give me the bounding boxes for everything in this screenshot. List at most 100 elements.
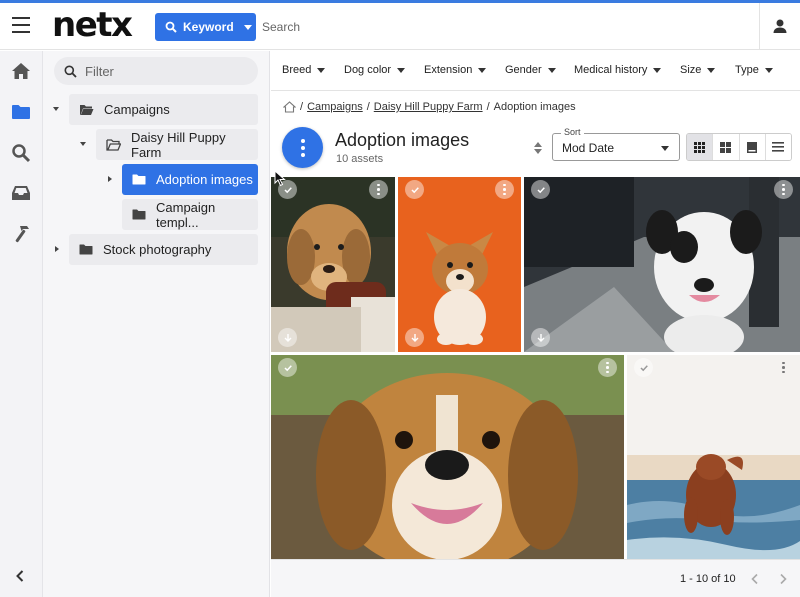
facet-type[interactable]: Type — [735, 64, 773, 76]
expand-arrow-icon[interactable] — [108, 176, 112, 182]
asset-tile[interactable] — [524, 177, 800, 352]
menu-icon[interactable] — [12, 17, 30, 33]
breadcrumb-separator: / — [486, 101, 490, 113]
select-checkbox[interactable] — [405, 180, 424, 199]
app-header: netx Keyword — [0, 3, 800, 50]
tree-item-label: Campaign templ... — [156, 199, 216, 230]
expand-arrow-icon[interactable] — [80, 142, 86, 146]
select-checkbox[interactable] — [531, 180, 550, 199]
asset-tile[interactable] — [398, 177, 521, 352]
tree-item-label: Campaigns — [104, 102, 170, 117]
search-icon[interactable] — [10, 142, 32, 164]
asset-count: 10 assets — [336, 153, 384, 165]
expand-arrow-icon[interactable] — [55, 246, 59, 252]
pagination-bar: 1 - 10 of 10 — [271, 559, 800, 597]
home-icon[interactable] — [10, 60, 32, 82]
header-divider — [759, 3, 760, 50]
folder-icon — [79, 244, 93, 255]
facet-medical-history[interactable]: Medical history — [574, 64, 662, 76]
facet-gender[interactable]: Gender — [505, 64, 556, 76]
more-vertical-icon — [300, 137, 305, 158]
tree-item-label: Stock photography — [103, 242, 212, 257]
tree-item-adoption-images[interactable]: Adoption images — [122, 164, 258, 195]
folder-actions-button[interactable] — [282, 127, 323, 168]
check-icon — [410, 186, 419, 193]
more-vertical-icon[interactable] — [369, 180, 388, 199]
breadcrumb-link-daisy-hill[interactable]: Daisy Hill Puppy Farm — [374, 101, 483, 113]
more-vertical-icon[interactable] — [774, 358, 793, 377]
facet-breed[interactable]: Breed — [282, 64, 326, 76]
inbox-icon[interactable] — [10, 182, 32, 204]
collapse-sidebar-icon[interactable] — [14, 569, 26, 583]
grid-large-icon — [720, 141, 732, 153]
tree-item-campaigns[interactable]: Campaigns — [69, 94, 258, 125]
breadcrumb-current: Adoption images — [493, 101, 576, 113]
tree-item-label: Daisy Hill Puppy Farm — [131, 129, 226, 160]
breadcrumb-link-campaigns[interactable]: Campaigns — [307, 101, 363, 113]
sort-label: Sort — [561, 127, 584, 137]
download-icon[interactable] — [531, 328, 550, 347]
keyword-dropdown-button[interactable]: Keyword — [155, 13, 256, 41]
filter-input[interactable] — [85, 63, 235, 79]
more-vertical-icon[interactable] — [495, 180, 514, 199]
chevron-down-icon — [317, 67, 326, 73]
facet-label: Gender — [505, 64, 542, 76]
search-icon — [64, 65, 77, 78]
more-vertical-icon[interactable] — [598, 358, 617, 377]
facet-label: Type — [735, 64, 759, 76]
facet-dog-color[interactable]: Dog color — [344, 64, 406, 76]
download-icon[interactable] — [278, 328, 297, 347]
home-icon[interactable] — [283, 101, 296, 113]
tree-item-stock-photography[interactable]: Stock photography — [69, 234, 258, 265]
asset-thumbnail — [398, 177, 521, 352]
check-icon — [536, 186, 545, 193]
facet-label: Size — [680, 64, 702, 76]
hammer-icon[interactable] — [10, 223, 32, 245]
facet-extension[interactable]: Extension — [424, 64, 487, 76]
column-view-button[interactable] — [739, 134, 766, 160]
breadcrumb-separator: / — [366, 101, 370, 113]
tree-item-daisy-hill[interactable]: Daisy Hill Puppy Farm — [96, 129, 258, 160]
user-icon[interactable] — [771, 17, 789, 35]
select-checkbox[interactable] — [278, 358, 297, 377]
select-checkbox[interactable] — [634, 358, 653, 377]
next-page-icon[interactable] — [778, 573, 788, 585]
chevron-down-icon — [547, 67, 556, 73]
list-view-button[interactable] — [765, 134, 791, 160]
asset-tile[interactable] — [271, 355, 624, 559]
folder-open-icon — [79, 104, 94, 116]
download-icon[interactable] — [405, 328, 424, 347]
facet-label: Extension — [424, 64, 473, 76]
facet-label: Medical history — [574, 64, 648, 76]
facet-size[interactable]: Size — [680, 64, 716, 76]
view-toggle-group — [686, 133, 792, 161]
asset-thumbnail — [271, 177, 395, 352]
column-view-icon — [747, 141, 758, 153]
sort-direction-icon[interactable] — [533, 141, 543, 155]
grid-small-view-button[interactable] — [687, 134, 714, 160]
chevron-down-icon — [243, 24, 252, 30]
asset-tile[interactable] — [271, 177, 395, 352]
asset-tile[interactable] — [627, 355, 800, 559]
folder-open-outline-icon — [106, 138, 121, 151]
tree-item-campaign-templates[interactable]: Campaign templ... — [122, 199, 258, 230]
keyword-label: Keyword — [183, 20, 234, 34]
grid-small-icon — [694, 141, 706, 153]
folder-tree-panel: Campaigns Daisy Hill Puppy Farm Adoption… — [43, 51, 270, 597]
search-icon — [165, 21, 177, 33]
more-vertical-icon[interactable] — [774, 180, 793, 199]
tree-filter[interactable] — [54, 57, 258, 85]
asset-thumbnail — [271, 355, 624, 559]
search-input[interactable] — [262, 15, 562, 39]
grid-large-view-button[interactable] — [713, 134, 740, 160]
folder-icon[interactable] — [10, 101, 32, 123]
prev-page-icon[interactable] — [750, 573, 760, 585]
check-icon — [283, 364, 292, 371]
chevron-down-icon — [707, 67, 716, 73]
chevron-down-icon — [397, 67, 406, 73]
netx-logo[interactable]: netx — [52, 5, 133, 45]
chevron-down-icon — [764, 67, 773, 73]
page-range: 1 - 10 of 10 — [680, 573, 736, 585]
expand-arrow-icon[interactable] — [53, 107, 59, 111]
sort-select[interactable]: Sort Mod Date — [552, 127, 680, 161]
